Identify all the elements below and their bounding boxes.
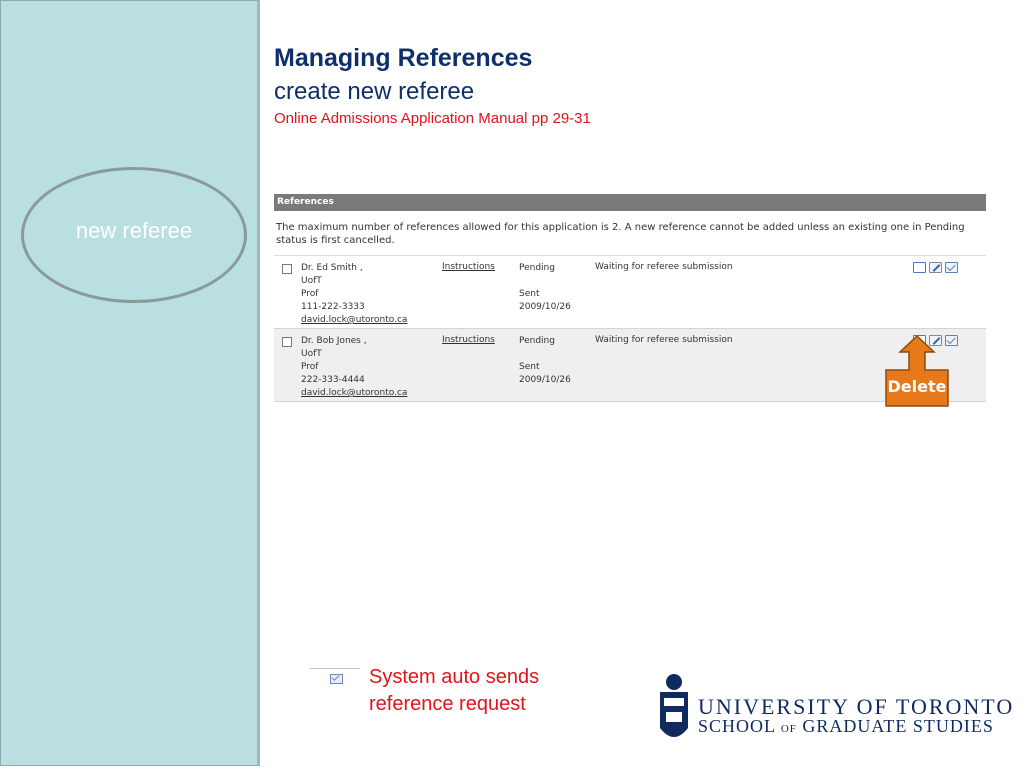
referee-email-link[interactable]: david.lock@utoronto.ca bbox=[301, 387, 407, 400]
referee-phone: 222-333-4444 bbox=[301, 375, 365, 385]
slide-title: Managing References bbox=[274, 44, 533, 72]
referee-name: Dr. Bob Jones , bbox=[301, 336, 367, 346]
divider-line bbox=[310, 668, 360, 669]
reference-select-checkbox[interactable] bbox=[282, 264, 292, 274]
manual-reference: Online Admissions Application Manual pp … bbox=[274, 110, 591, 127]
reference-message: Waiting for referee submission bbox=[595, 262, 733, 272]
reference-status: Pending Sent 2009/10/26 bbox=[519, 262, 571, 314]
view-icon[interactable] bbox=[913, 262, 926, 273]
sent-label: Sent bbox=[519, 362, 540, 372]
referee-position: Prof bbox=[301, 289, 319, 299]
referee-details: Dr. Bob Jones , UofT Prof 222-333-4444 d… bbox=[301, 335, 407, 400]
logo-line-2: SCHOOL OF GRADUATE STUDIES bbox=[698, 716, 994, 737]
referee-org: UofT bbox=[301, 349, 322, 359]
references-header: References bbox=[274, 194, 986, 211]
logo-of: OF bbox=[780, 723, 797, 735]
referee-email-link[interactable]: david.lock@utoronto.ca bbox=[301, 314, 407, 327]
logo-graduate-studies: GRADUATE STUDIES bbox=[802, 716, 994, 736]
referee-org: UofT bbox=[301, 276, 322, 286]
referee-position: Prof bbox=[301, 362, 319, 372]
reference-row: Dr. Ed Smith , UofT Prof 111-222-3333 da… bbox=[274, 256, 986, 329]
status-value: Pending bbox=[519, 263, 555, 273]
new-referee-oval: new referee bbox=[21, 167, 247, 303]
email-icon bbox=[330, 674, 343, 684]
reference-row: Dr. Bob Jones , UofT Prof 222-333-4444 d… bbox=[274, 329, 986, 402]
row-actions bbox=[913, 262, 958, 273]
reference-select-checkbox[interactable] bbox=[282, 337, 292, 347]
sent-label: Sent bbox=[519, 289, 540, 299]
slide-subtitle: create new referee bbox=[274, 78, 475, 105]
references-panel: References The maximum number of referen… bbox=[274, 194, 986, 402]
left-sidebar-panel: new referee bbox=[0, 0, 260, 766]
reference-status: Pending Sent 2009/10/26 bbox=[519, 335, 571, 387]
references-limit-message: The maximum number of references allowed… bbox=[274, 211, 986, 256]
auto-send-note: System auto sends reference request bbox=[369, 666, 540, 715]
referee-details: Dr. Ed Smith , UofT Prof 111-222-3333 da… bbox=[301, 262, 407, 327]
referee-phone: 111-222-3333 bbox=[301, 302, 365, 312]
instructions-link[interactable]: Instructions bbox=[442, 335, 495, 345]
crest-icon bbox=[660, 674, 688, 737]
reference-message: Waiting for referee submission bbox=[595, 335, 733, 345]
logo-school: SCHOOL bbox=[698, 716, 776, 736]
delete-label: Delete bbox=[887, 377, 947, 396]
sent-date: 2009/10/26 bbox=[519, 302, 571, 312]
instructions-link[interactable]: Instructions bbox=[442, 262, 495, 272]
edit-icon[interactable] bbox=[929, 262, 942, 273]
referee-name: Dr. Ed Smith , bbox=[301, 263, 363, 273]
email-icon[interactable] bbox=[945, 262, 958, 273]
sent-date: 2009/10/26 bbox=[519, 375, 571, 385]
new-referee-label: new referee bbox=[75, 218, 193, 243]
status-value: Pending bbox=[519, 336, 555, 346]
